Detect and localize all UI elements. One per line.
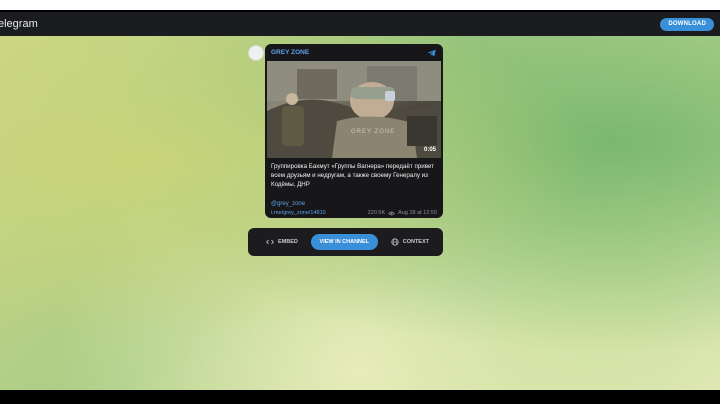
channel-name-link[interactable]: GREY ZONE xyxy=(271,49,309,56)
context-label: CONTEXT xyxy=(402,239,429,245)
embed-button[interactable]: EMBED xyxy=(266,238,298,246)
top-strip xyxy=(0,0,720,10)
video-player[interactable]: GREY ZONE 0:05 xyxy=(267,61,441,158)
post-text: Группировка Бахмут «Группы Вагнера» пере… xyxy=(271,163,434,188)
context-button[interactable]: CONTEXT xyxy=(391,238,429,246)
site-header: elegram DOWNLOAD xyxy=(0,12,720,36)
post-card: GREY ZONE GREY ZONE 0:05 Группировка Бах… xyxy=(265,44,443,218)
eye-icon xyxy=(388,211,396,215)
brand-title: elegram xyxy=(0,18,38,30)
post-link[interactable]: t.me/grey_zone/14810 xyxy=(271,210,326,216)
globe-icon xyxy=(391,238,399,246)
code-icon xyxy=(266,239,274,245)
embed-label: EMBED xyxy=(278,239,298,245)
download-button[interactable]: DOWNLOAD xyxy=(660,17,714,31)
post-header: GREY ZONE xyxy=(265,44,443,61)
bottom-strip xyxy=(0,390,720,404)
post-date: Aug 28 at 12:50 xyxy=(398,210,437,216)
telegram-plane-icon xyxy=(427,49,436,56)
video-watermark: GREY ZONE xyxy=(351,129,396,135)
post-stats: 220.5K Aug 28 at 12:50 xyxy=(368,210,437,216)
post-meta: t.me/grey_zone/14810 220.5K Aug 28 at 12… xyxy=(265,207,443,216)
video-duration: 0:05 xyxy=(423,147,436,153)
view-in-channel-button[interactable]: VIEW IN CHANNEL xyxy=(310,234,379,250)
post-actions-bar: EMBED VIEW IN CHANNEL CONTEXT xyxy=(248,228,443,256)
video-frame xyxy=(267,61,441,158)
views-count: 220.5K xyxy=(367,210,386,216)
channel-avatar[interactable] xyxy=(248,45,264,61)
